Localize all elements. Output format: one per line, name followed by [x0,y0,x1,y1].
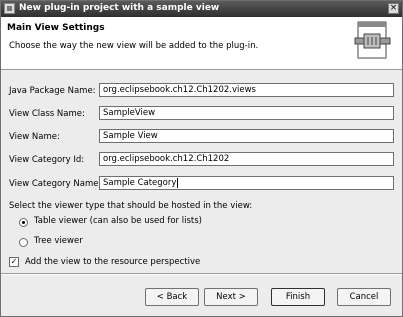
add-to-perspective-checkbox[interactable]: ✓ [9,257,19,267]
wizard-plugin-icon [354,21,391,59]
view-name-label: View Name: [9,132,60,142]
viewer-type-prompt: Select the viewer type that should be ho… [9,201,253,211]
java-package-label: Java Package Name: [9,86,96,96]
cancel-button[interactable]: Cancel [337,288,391,306]
view-category-name-label: View Category Name: [9,179,102,189]
table-viewer-radio[interactable] [19,218,28,227]
page-title: Main View Settings [7,23,105,33]
tree-viewer-label[interactable]: Tree viewer [34,236,83,246]
view-class-field[interactable]: SampleView [99,106,394,120]
wizard-header: Main View Settings Choose the way the ne… [1,17,402,70]
table-viewer-label[interactable]: Table viewer (can also be used for lists… [34,216,202,226]
view-category-name-value: Sample Category [103,178,177,188]
window-title: New plug-in project with a sample view [19,3,220,13]
tree-viewer-radio[interactable] [19,238,28,247]
java-package-field[interactable]: org.eclipsebook.ch12.Ch1202.views [99,83,394,97]
view-category-id-field[interactable]: org.eclipsebook.ch12.Ch1202 [99,152,394,166]
finish-button[interactable]: Finish [271,288,325,306]
view-category-id-label: View Category Id: [9,155,85,165]
wizard-window: New plug-in project with a sample view ×… [0,0,403,317]
title-bar[interactable]: New plug-in project with a sample view × [1,1,402,17]
view-category-name-field[interactable]: Sample Category [99,176,394,190]
text-cursor [177,177,179,188]
view-class-label: View Class Name: [9,109,85,119]
add-to-perspective-label[interactable]: Add the view to the resource perspective [25,257,200,267]
page-subtitle: Choose the way the new view will be adde… [9,41,259,51]
button-bar-divider [1,273,402,275]
plugin-window-icon [4,3,15,14]
close-icon[interactable]: × [388,3,399,14]
view-name-field[interactable]: Sample View [99,129,394,143]
back-button[interactable]: < Back [145,288,199,306]
next-button[interactable]: Next > [204,288,258,306]
